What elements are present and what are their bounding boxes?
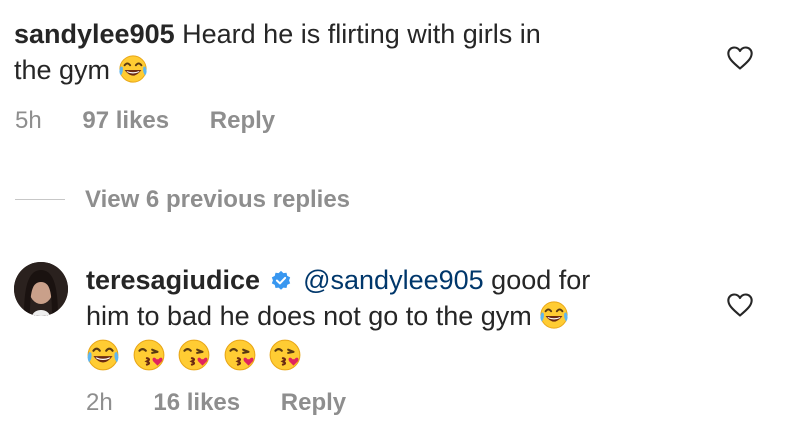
avatar-photo [14,262,68,316]
like-heart-icon[interactable] [726,45,754,71]
like-heart-icon[interactable] [726,292,754,318]
view-previous-replies-button[interactable]: View 6 previous replies [85,185,350,215]
face-blowing-kiss-icon [268,338,302,372]
tears-of-joy-icon [539,300,569,330]
tears-of-joy-icon [86,338,120,372]
comment-1: sandylee905 Heard he is flirting with gi… [14,16,674,88]
view-previous-replies-label: View 6 previous replies [85,186,351,213]
comment-2-likes[interactable]: 16 likes [153,389,240,416]
face-blowing-kiss-icon [177,338,211,372]
comment-2-text-line2: him to bad he does not go to the gym [86,301,532,331]
verified-badge-icon [271,270,290,290]
comment-1-meta: 5h 97 likes Reply [15,106,275,136]
comment-2-text-line1: good for [491,265,591,295]
comment-1-text-line2: the gym [14,55,111,85]
comment-1-likes[interactable]: 97 likes [82,107,169,134]
comment-2-mention[interactable]: @sandylee905 [303,265,484,295]
comment-2-reply-button[interactable]: Reply [281,389,346,416]
comment-2-emoji-row [86,338,706,376]
comment-1-reply-button[interactable]: Reply [210,107,275,134]
comment-1-username[interactable]: sandylee905 [14,19,175,49]
replies-divider [15,199,65,200]
comment-1-text-line1: Heard he is flirting with girls in [182,19,541,49]
comment-2-time: 2h [86,389,113,416]
comment-1-time: 5h [15,107,42,134]
face-blowing-kiss-icon [223,338,257,372]
comment-2-meta: 2h 16 likes Reply [86,388,346,418]
comment-2-username[interactable]: teresagiudice [86,265,260,295]
face-blowing-kiss-icon [132,338,166,372]
comment-2: teresagiudice @sandylee905 good for him … [86,262,706,376]
tears-of-joy-icon [118,54,148,84]
avatar[interactable] [14,262,68,316]
